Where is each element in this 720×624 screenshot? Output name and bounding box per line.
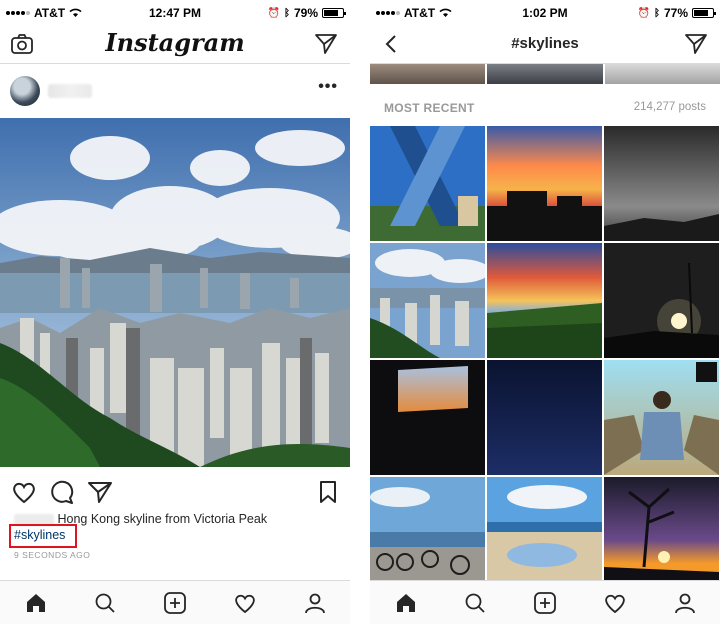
alarm-icon: ⏰: [267, 7, 280, 19]
photo-grid: [370, 126, 720, 592]
grid-photo[interactable]: [487, 477, 602, 592]
heart-icon[interactable]: [233, 591, 257, 615]
skyline-photo: [0, 118, 350, 467]
top-nav: Instagram: [0, 24, 350, 64]
hashtag-screen: AT&T 1:02 PM ⏰ ᛒ 77% #skylines MOST RECE…: [370, 0, 720, 624]
bookmark-icon[interactable]: [314, 478, 342, 506]
home-icon[interactable]: [394, 591, 418, 615]
status-bar: AT&T 12:47 PM ⏰ ᛒ 79%: [0, 0, 350, 24]
status-bar: AT&T 1:02 PM ⏰ ᛒ 77%: [370, 0, 720, 24]
section-title: MOST RECENT: [384, 101, 475, 115]
add-icon[interactable]: [163, 591, 187, 615]
heart-icon[interactable]: [10, 478, 38, 506]
hashtag-link[interactable]: #skylines: [14, 528, 65, 542]
bluetooth-icon: ᛒ: [653, 7, 660, 19]
bluetooth-icon: ᛒ: [283, 7, 290, 19]
post-count: 214,277 posts: [633, 101, 706, 113]
heart-icon[interactable]: [603, 591, 627, 615]
grid-photo[interactable]: [604, 243, 719, 358]
share-icon[interactable]: [86, 478, 114, 506]
add-icon[interactable]: [533, 591, 557, 615]
comment-icon[interactable]: [48, 478, 76, 506]
battery-percent: 77%: [663, 6, 688, 20]
page-title: #skylines: [511, 35, 579, 52]
battery-icon: [322, 8, 346, 18]
home-icon[interactable]: [24, 591, 48, 615]
battery-percent: 79%: [293, 6, 318, 20]
send-icon[interactable]: [314, 32, 338, 56]
search-icon[interactable]: [93, 591, 117, 615]
alarm-icon: ⏰: [637, 7, 650, 19]
battery-icon: [692, 8, 716, 18]
gap: [350, 0, 370, 624]
send-icon[interactable]: [684, 32, 708, 56]
username-redacted[interactable]: [48, 84, 92, 98]
post-header: •••: [0, 64, 350, 118]
grid-photo[interactable]: [604, 360, 719, 475]
profile-icon[interactable]: [673, 591, 697, 615]
grid-photo[interactable]: [487, 360, 602, 475]
grid-photo[interactable]: [487, 243, 602, 358]
post-photo[interactable]: [0, 118, 350, 467]
grid-photo[interactable]: [604, 477, 719, 592]
grid-photo[interactable]: [370, 477, 485, 592]
post-timestamp: 9 SECONDS AGO: [14, 550, 91, 560]
top-nav: #skylines: [370, 24, 720, 64]
more-options-button[interactable]: •••: [318, 78, 338, 96]
post-actions: [0, 478, 350, 506]
top-posts-strip[interactable]: [370, 64, 720, 84]
grid-photo[interactable]: [370, 126, 485, 241]
profile-icon[interactable]: [303, 591, 327, 615]
bottom-tab-bar: [0, 580, 350, 624]
grid-photo[interactable]: [370, 243, 485, 358]
post-screen: AT&T 12:47 PM ⏰ ᛒ 79% Instagram ••• Hong…: [0, 0, 350, 624]
caption-text: Hong Kong skyline from Victoria Peak: [57, 512, 268, 526]
grid-photo[interactable]: [370, 360, 485, 475]
section-header: MOST RECENT 214,277 posts: [370, 84, 720, 126]
bottom-tab-bar: [370, 580, 720, 624]
grid-photo[interactable]: [604, 126, 719, 241]
instagram-logo: Instagram: [105, 28, 245, 57]
grid-photo[interactable]: [487, 126, 602, 241]
avatar[interactable]: [10, 76, 40, 106]
search-icon[interactable]: [463, 591, 487, 615]
